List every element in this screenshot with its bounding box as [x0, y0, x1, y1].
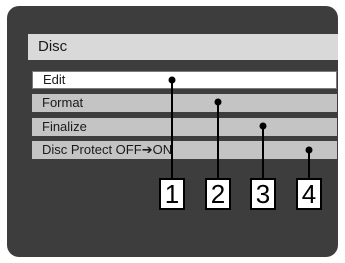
callout-number-3: 3	[250, 178, 276, 210]
callout-line-2	[214, 98, 222, 179]
callout-number-4: 4	[296, 178, 322, 210]
callout-line-1	[168, 76, 176, 179]
callout-lines	[168, 76, 313, 179]
callout-line-3	[259, 122, 267, 179]
callout-number-1: 1	[159, 178, 185, 210]
callout-number-2: 2	[205, 178, 231, 210]
callout-line-4	[305, 146, 313, 179]
